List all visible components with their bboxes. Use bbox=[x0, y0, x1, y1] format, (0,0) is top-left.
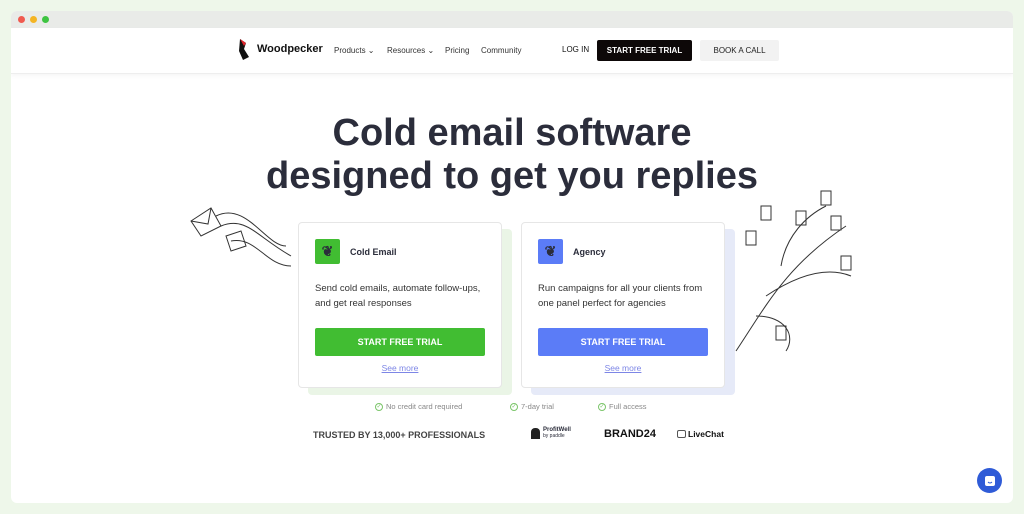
login-link[interactable]: LOG IN bbox=[562, 45, 589, 54]
card-title: Cold Email bbox=[350, 246, 397, 257]
cold-email-see-more-link[interactable]: See more bbox=[315, 363, 485, 373]
nav-products[interactable]: Products ⌄ bbox=[334, 46, 375, 55]
check-access: ✓ Full access bbox=[598, 402, 647, 411]
envelopes-doodle bbox=[190, 207, 292, 267]
check-no-card: ✓ No credit card required bbox=[375, 402, 463, 411]
nav-resources[interactable]: Resources ⌄ bbox=[387, 46, 434, 55]
card-description: Run campaigns for all your clients from … bbox=[538, 283, 703, 309]
cold-email-start-trial-button[interactable]: START FREE TRIAL bbox=[315, 328, 485, 356]
tree-doodle bbox=[735, 190, 852, 352]
check-icon: ✓ bbox=[598, 402, 606, 411]
brand24-logo: BRAND24 bbox=[604, 428, 656, 440]
nav-community[interactable]: Community bbox=[481, 46, 521, 55]
close-window-button[interactable] bbox=[18, 16, 25, 23]
agency-see-more-link[interactable]: See more bbox=[538, 363, 708, 373]
profitwell-logo: ProfitWell by paddle bbox=[531, 427, 571, 439]
check-trial: ✓ 7-day trial bbox=[510, 402, 554, 411]
logo[interactable]: Woodpecker bbox=[237, 37, 323, 61]
browser-window: Woodpecker Products ⌄ Resources ⌄ Pricin… bbox=[11, 11, 1013, 503]
woodpecker-icon bbox=[239, 39, 249, 60]
cold-email-card: ❦ Cold Email Send cold emails, automate f… bbox=[298, 222, 502, 388]
livechat-logo: LiveChat bbox=[677, 429, 724, 439]
title-bar bbox=[11, 11, 1013, 28]
book-a-call-button[interactable]: BOOK A CALL bbox=[700, 40, 779, 61]
start-free-trial-button[interactable]: START FREE TRIAL bbox=[597, 40, 692, 61]
card-title: Agency bbox=[573, 246, 606, 257]
minimize-window-button[interactable] bbox=[30, 16, 37, 23]
maximize-window-button[interactable] bbox=[42, 16, 49, 23]
check-icon: ✓ bbox=[510, 402, 518, 411]
trusted-text: TRUSTED BY 13,000+ PROFESSIONALS bbox=[313, 430, 486, 440]
brand-name: Woodpecker bbox=[257, 43, 323, 55]
nav-pricing[interactable]: Pricing bbox=[445, 46, 469, 55]
check-icon: ✓ bbox=[375, 402, 383, 411]
card-description: Send cold emails, automate follow-ups, a… bbox=[315, 283, 481, 309]
hero-heading: Cold email software designed to get you r… bbox=[266, 112, 758, 197]
woodpecker-icon: ❦ bbox=[315, 239, 340, 264]
chat-icon bbox=[984, 475, 995, 486]
agency-card: ❦ Agency Run campaigns for all your clien… bbox=[521, 222, 725, 388]
woodpecker-icon: ❦ bbox=[538, 239, 563, 264]
navbar: Woodpecker Products ⌄ Resources ⌄ Pricin… bbox=[11, 28, 1013, 74]
chat-button[interactable] bbox=[977, 468, 1002, 493]
agency-start-trial-button[interactable]: START FREE TRIAL bbox=[538, 328, 708, 356]
